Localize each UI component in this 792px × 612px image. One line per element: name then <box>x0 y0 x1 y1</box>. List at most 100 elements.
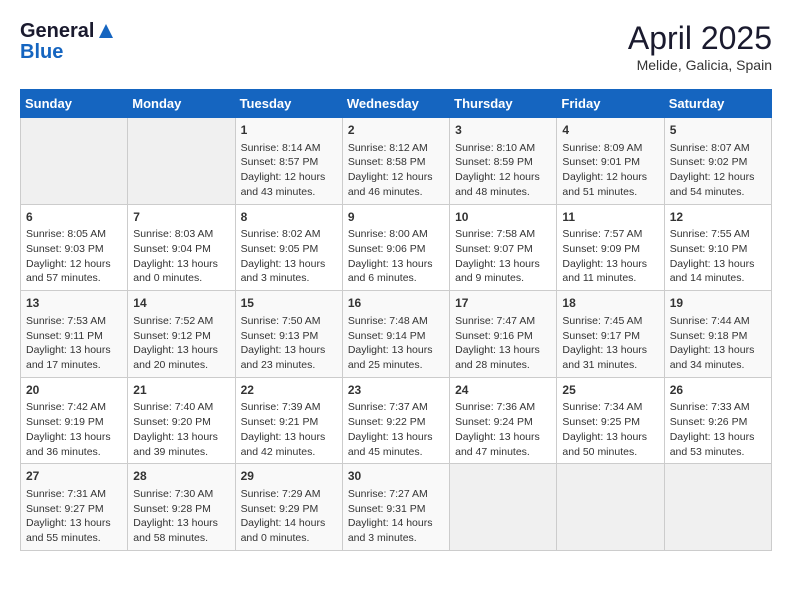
sunset-info: Sunset: 9:24 PM <box>455 416 533 428</box>
day-info: Sunrise: 7:52 AMSunset: 9:12 PMDaylight:… <box>133 314 229 373</box>
day-number: 29 <box>241 468 337 485</box>
sunset-info: Sunset: 9:14 PM <box>348 330 426 342</box>
col-header-monday: Monday <box>128 90 235 118</box>
calendar-cell <box>128 118 235 205</box>
daylight-info: Daylight: 13 hours and 25 minutes. <box>348 344 433 371</box>
sunset-info: Sunset: 8:58 PM <box>348 156 426 168</box>
day-info: Sunrise: 8:02 AMSunset: 9:05 PMDaylight:… <box>241 227 337 286</box>
day-number: 8 <box>241 209 337 226</box>
sunrise-info: Sunrise: 7:58 AM <box>455 228 535 240</box>
logo-icon <box>97 22 115 40</box>
calendar-week-1: 1Sunrise: 8:14 AMSunset: 8:57 PMDaylight… <box>21 118 772 205</box>
calendar-cell: 24Sunrise: 7:36 AMSunset: 9:24 PMDayligh… <box>450 377 557 464</box>
day-number: 30 <box>348 468 444 485</box>
day-number: 20 <box>26 382 122 399</box>
sunrise-info: Sunrise: 8:12 AM <box>348 142 428 154</box>
sunrise-info: Sunrise: 8:05 AM <box>26 228 106 240</box>
col-header-friday: Friday <box>557 90 664 118</box>
day-info: Sunrise: 7:30 AMSunset: 9:28 PMDaylight:… <box>133 487 229 546</box>
day-number: 9 <box>348 209 444 226</box>
day-info: Sunrise: 7:48 AMSunset: 9:14 PMDaylight:… <box>348 314 444 373</box>
col-header-saturday: Saturday <box>664 90 771 118</box>
calendar-cell: 17Sunrise: 7:47 AMSunset: 9:16 PMDayligh… <box>450 291 557 378</box>
day-number: 24 <box>455 382 551 399</box>
day-info: Sunrise: 7:44 AMSunset: 9:18 PMDaylight:… <box>670 314 766 373</box>
day-info: Sunrise: 8:09 AMSunset: 9:01 PMDaylight:… <box>562 141 658 200</box>
page-header: General Blue April 2025 Melide, Galicia,… <box>20 20 772 73</box>
logo: General Blue <box>20 20 115 64</box>
day-number: 2 <box>348 122 444 139</box>
sunrise-info: Sunrise: 7:36 AM <box>455 401 535 413</box>
day-info: Sunrise: 8:00 AMSunset: 9:06 PMDaylight:… <box>348 227 444 286</box>
sunset-info: Sunset: 9:10 PM <box>670 243 748 255</box>
sunset-info: Sunset: 9:27 PM <box>26 503 104 515</box>
day-number: 19 <box>670 295 766 312</box>
logo-general: General <box>20 20 94 43</box>
sunrise-info: Sunrise: 7:37 AM <box>348 401 428 413</box>
daylight-info: Daylight: 14 hours and 3 minutes. <box>348 517 433 544</box>
sunrise-info: Sunrise: 8:03 AM <box>133 228 213 240</box>
day-number: 6 <box>26 209 122 226</box>
logo-blue: Blue <box>20 41 63 64</box>
daylight-info: Daylight: 14 hours and 0 minutes. <box>241 517 326 544</box>
sunset-info: Sunset: 9:09 PM <box>562 243 640 255</box>
daylight-info: Daylight: 13 hours and 39 minutes. <box>133 431 218 458</box>
day-info: Sunrise: 7:39 AMSunset: 9:21 PMDaylight:… <box>241 400 337 459</box>
calendar-week-5: 27 Sunrise: 7:31 AMSunset: 9:27 PMDayligh… <box>21 464 772 551</box>
sunset-info: Sunset: 9:25 PM <box>562 416 640 428</box>
day-info: Sunrise: 7:42 AMSunset: 9:19 PMDaylight:… <box>26 400 122 459</box>
daylight-info: Daylight: 13 hours and 0 minutes. <box>133 258 218 285</box>
daylight-info: Daylight: 13 hours and 17 minutes. <box>26 344 111 371</box>
day-info: Sunrise: 7:55 AMSunset: 9:10 PMDaylight:… <box>670 227 766 286</box>
day-number: 1 <box>241 122 337 139</box>
sunset-info: Sunset: 8:59 PM <box>455 156 533 168</box>
calendar-header: SundayMondayTuesdayWednesdayThursdayFrid… <box>21 90 772 118</box>
sunrise-info: Sunrise: 8:09 AM <box>562 142 642 154</box>
col-header-tuesday: Tuesday <box>235 90 342 118</box>
daylight-info: Daylight: 13 hours and 6 minutes. <box>348 258 433 285</box>
day-number: 27 <box>26 468 122 485</box>
calendar-cell: 22Sunrise: 7:39 AMSunset: 9:21 PMDayligh… <box>235 377 342 464</box>
day-number: 16 <box>348 295 444 312</box>
calendar-week-3: 13Sunrise: 7:53 AMSunset: 9:11 PMDayligh… <box>21 291 772 378</box>
daylight-info: Daylight: 13 hours and 9 minutes. <box>455 258 540 285</box>
calendar-cell: 27 Sunrise: 7:31 AMSunset: 9:27 PMDayligh… <box>21 464 128 551</box>
day-info: Sunrise: 7:40 AMSunset: 9:20 PMDaylight:… <box>133 400 229 459</box>
day-info: Sunrise: 7:58 AMSunset: 9:07 PMDaylight:… <box>455 227 551 286</box>
calendar-cell: 4Sunrise: 8:09 AMSunset: 9:01 PMDaylight… <box>557 118 664 205</box>
sunrise-info: Sunrise: 7:42 AM <box>26 401 106 413</box>
calendar-cell: 14Sunrise: 7:52 AMSunset: 9:12 PMDayligh… <box>128 291 235 378</box>
calendar-cell: 12Sunrise: 7:55 AMSunset: 9:10 PMDayligh… <box>664 204 771 291</box>
sunset-info: Sunset: 9:12 PM <box>133 330 211 342</box>
sunset-info: Sunset: 9:01 PM <box>562 156 640 168</box>
day-number: 23 <box>348 382 444 399</box>
calendar-cell: 20Sunrise: 7:42 AMSunset: 9:19 PMDayligh… <box>21 377 128 464</box>
calendar-cell: 18Sunrise: 7:45 AMSunset: 9:17 PMDayligh… <box>557 291 664 378</box>
calendar-cell: 16 Sunrise: 7:48 AMSunset: 9:14 PMDayligh… <box>342 291 449 378</box>
sunrise-info: Sunrise: 7:30 AM <box>133 488 213 500</box>
calendar-cell <box>557 464 664 551</box>
calendar-cell: 8Sunrise: 8:02 AMSunset: 9:05 PMDaylight… <box>235 204 342 291</box>
sunset-info: Sunset: 9:05 PM <box>241 243 319 255</box>
daylight-info: Daylight: 13 hours and 23 minutes. <box>241 344 326 371</box>
sunrise-info: Sunrise: 7:52 AM <box>133 315 213 327</box>
sunset-info: Sunset: 9:19 PM <box>26 416 104 428</box>
day-info: Sunrise: 7:31 AMSunset: 9:27 PMDaylight:… <box>26 487 122 546</box>
sunrise-info: Sunrise: 8:02 AM <box>241 228 321 240</box>
sunset-info: Sunset: 9:17 PM <box>562 330 640 342</box>
calendar-cell: 23Sunrise: 7:37 AMSunset: 9:22 PMDayligh… <box>342 377 449 464</box>
day-number: 4 <box>562 122 658 139</box>
day-number: 28 <box>133 468 229 485</box>
sunrise-info: Sunrise: 8:07 AM <box>670 142 750 154</box>
calendar-cell <box>21 118 128 205</box>
daylight-info: Daylight: 12 hours and 57 minutes. <box>26 258 111 285</box>
day-info: Sunrise: 7:29 AMSunset: 9:29 PMDaylight:… <box>241 487 337 546</box>
daylight-info: Daylight: 13 hours and 11 minutes. <box>562 258 647 285</box>
sunset-info: Sunset: 9:03 PM <box>26 243 104 255</box>
calendar-cell: 1Sunrise: 8:14 AMSunset: 8:57 PMDaylight… <box>235 118 342 205</box>
sunset-info: Sunset: 8:57 PM <box>241 156 319 168</box>
calendar-cell: 19 Sunrise: 7:44 AMSunset: 9:18 PMDayligh… <box>664 291 771 378</box>
day-info: Sunrise: 7:50 AMSunset: 9:13 PMDaylight:… <box>241 314 337 373</box>
day-info: Sunrise: 8:03 AMSunset: 9:04 PMDaylight:… <box>133 227 229 286</box>
day-info: Sunrise: 7:33 AMSunset: 9:26 PMDaylight:… <box>670 400 766 459</box>
